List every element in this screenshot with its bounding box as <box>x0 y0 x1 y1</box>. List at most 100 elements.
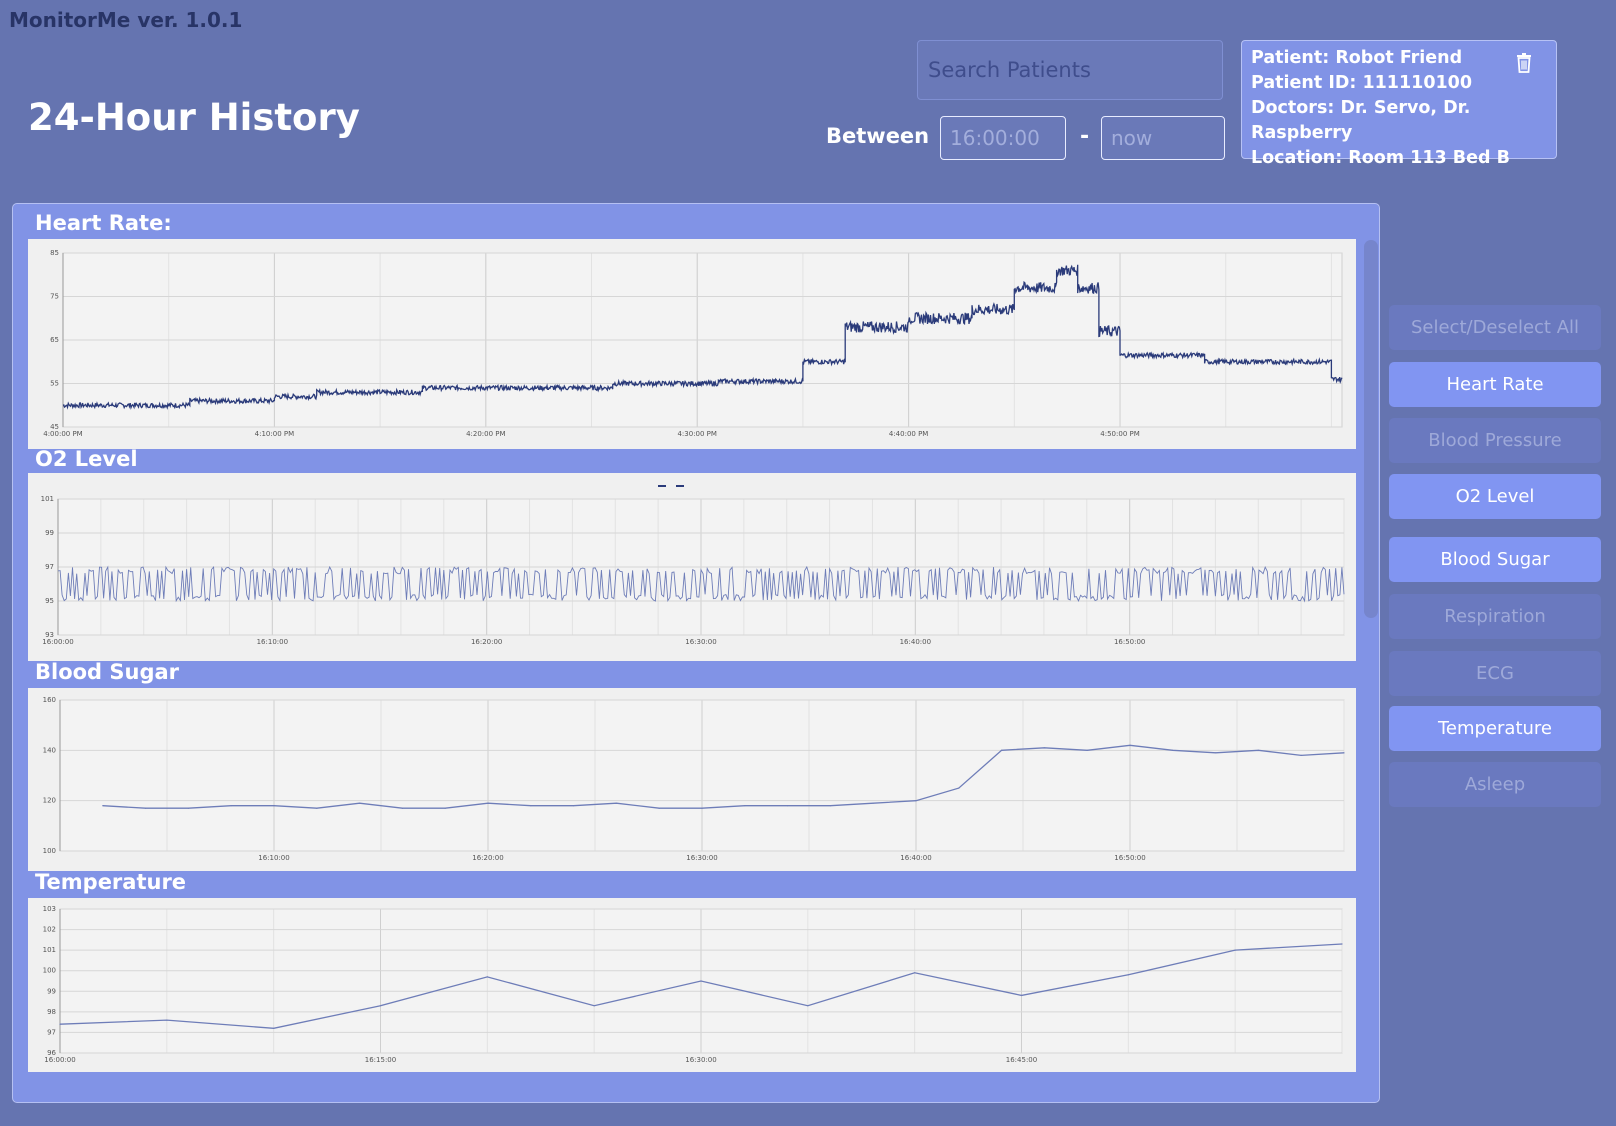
data-point <box>444 807 446 809</box>
heart-rate-title: Heart Rate: <box>35 211 172 235</box>
data-point <box>787 805 789 807</box>
x-tick-label: 16:45:00 <box>1006 1056 1037 1064</box>
x-tick-label: 16:10:00 <box>258 854 289 862</box>
end-time-input[interactable] <box>1101 116 1225 160</box>
blood-sugar-toggle[interactable]: Blood Sugar <box>1389 537 1601 582</box>
y-tick-label: 100 <box>43 967 56 975</box>
asleep-toggle[interactable]: Asleep <box>1389 762 1601 807</box>
y-tick-label: 96 <box>47 1049 56 1057</box>
data-point <box>1043 747 1045 749</box>
ecg-toggle[interactable]: ECG <box>1389 651 1601 696</box>
data-point <box>1341 943 1343 945</box>
y-tick-label: 99 <box>47 987 56 995</box>
x-tick-label: 4:20:00 PM <box>466 430 505 438</box>
data-point <box>145 807 147 809</box>
patient-id: Patient ID: 111110100 <box>1251 73 1473 93</box>
x-tick-label: 16:40:00 <box>900 638 931 646</box>
data-point <box>1127 974 1129 976</box>
temperature-title: Temperature <box>35 870 187 894</box>
heart-rate-chart: 4:00:00 PM 4:10:00 PM 4:20:00 PM 4:30:00 PM… <box>28 239 1356 449</box>
blood-sugar-chart-svg: 16:10:00 16:20:00 16:30:00 16:40:00 16:50:00… <box>43 696 1345 862</box>
heart-rate-toggle[interactable]: Heart Rate <box>1389 362 1601 407</box>
data-point <box>701 807 703 809</box>
data-point <box>1020 994 1023 996</box>
temperature-chart: 16:00:00 16:15:00 16:30:00 16:45:00 96 97 98 99… <box>28 898 1356 1072</box>
y-tick-label: 101 <box>41 495 54 503</box>
data-point <box>1234 949 1236 951</box>
trash-icon[interactable] <box>1516 53 1532 73</box>
temperature-chart-svg: 16:00:00 16:15:00 16:30:00 16:45:00 96 97 98 99… <box>43 905 1343 1064</box>
x-tick-label: 16:00:00 <box>42 638 73 646</box>
data-point <box>166 1019 168 1021</box>
heart-rate-chart-svg: 4:00:00 PM 4:10:00 PM 4:20:00 PM 4:30:00 PM… <box>43 249 1343 438</box>
data-point <box>1001 749 1003 751</box>
data-point <box>1257 749 1259 751</box>
data-point <box>486 976 488 978</box>
patient-name: Patient: Robot Friend <box>1251 48 1463 68</box>
y-tick-label: 100 <box>43 847 56 855</box>
x-tick-label: 16:30:00 <box>685 638 716 646</box>
data-point <box>379 1005 382 1007</box>
x-tick-label: 4:40:00 PM <box>889 430 928 438</box>
x-tick-label: 16:00:00 <box>44 1056 75 1064</box>
data-point <box>958 787 960 789</box>
temperature-toggle[interactable]: Temperature <box>1389 706 1601 751</box>
o2-level-chart-svg: 16:00:00 16:10:00 16:20:00 16:30:00 16:40:00… <box>41 485 1345 646</box>
data-point <box>59 1023 61 1025</box>
y-tick-label: 101 <box>43 946 56 954</box>
data-point <box>593 1005 595 1007</box>
page-title: 24-Hour History <box>28 96 360 139</box>
x-tick-label: 16:20:00 <box>472 854 503 862</box>
data-point <box>273 805 275 807</box>
patient-doctors: Doctors: Dr. Servo, Dr. Raspberry <box>1251 98 1471 143</box>
data-point <box>273 1027 275 1029</box>
y-tick-label: 102 <box>43 926 56 934</box>
data-point <box>230 805 232 807</box>
data-point <box>915 800 917 802</box>
data-point <box>829 805 832 807</box>
y-tick-label: 45 <box>50 423 59 431</box>
y-tick-label: 93 <box>45 631 54 639</box>
data-point <box>359 802 361 804</box>
y-tick-label: 120 <box>43 797 56 805</box>
y-tick-label: 97 <box>45 563 54 571</box>
search-patients-input[interactable] <box>917 40 1223 100</box>
respiration-toggle[interactable]: Respiration <box>1389 594 1601 639</box>
data-point <box>487 802 489 804</box>
charts-scrollbar[interactable] <box>1364 240 1378 618</box>
y-tick-label: 65 <box>50 336 59 344</box>
x-tick-label: 16:20:00 <box>471 638 502 646</box>
x-tick-label: 16:50:00 <box>1114 638 1145 646</box>
blood-sugar-title: Blood Sugar <box>35 660 180 684</box>
x-tick-label: 4:50:00 PM <box>1100 430 1139 438</box>
y-tick-label: 98 <box>47 1008 56 1016</box>
x-tick-label: 4:10:00 PM <box>255 430 294 438</box>
data-point <box>1215 752 1217 754</box>
data-point <box>102 805 104 807</box>
between-label: Between <box>826 124 930 148</box>
data-point <box>744 805 746 807</box>
o2-level-toggle[interactable]: O2 Level <box>1389 474 1601 519</box>
y-tick-label: 99 <box>45 529 54 537</box>
x-tick-label: 16:40:00 <box>900 854 931 862</box>
y-tick-label: 75 <box>50 293 59 301</box>
blood-sugar-chart: 16:10:00 16:20:00 16:30:00 16:40:00 16:50:00… <box>28 688 1356 871</box>
data-point <box>658 807 660 809</box>
y-tick-label: 97 <box>47 1028 56 1036</box>
blood-pressure-toggle[interactable]: Blood Pressure <box>1389 418 1601 463</box>
y-tick-label: 55 <box>50 380 59 388</box>
o2-level-chart: 16:00:00 16:10:00 16:20:00 16:30:00 16:40:00… <box>28 473 1356 661</box>
data-point <box>530 805 532 807</box>
x-tick-label: 16:50:00 <box>1114 854 1145 862</box>
start-time-input[interactable] <box>940 116 1066 160</box>
x-tick-label: 16:30:00 <box>685 1056 716 1064</box>
data-point <box>1343 752 1345 754</box>
data-point <box>872 802 874 804</box>
patient-location: Location: Room 113 Bed B <box>1251 148 1510 168</box>
select-deselect-all-button[interactable]: Select/Deselect All <box>1389 305 1601 350</box>
data-point <box>1300 754 1302 756</box>
y-tick-label: 160 <box>43 696 56 704</box>
data-point <box>401 807 403 809</box>
x-tick-label: 4:00:00 PM <box>43 430 82 438</box>
data-point <box>807 1005 809 1007</box>
